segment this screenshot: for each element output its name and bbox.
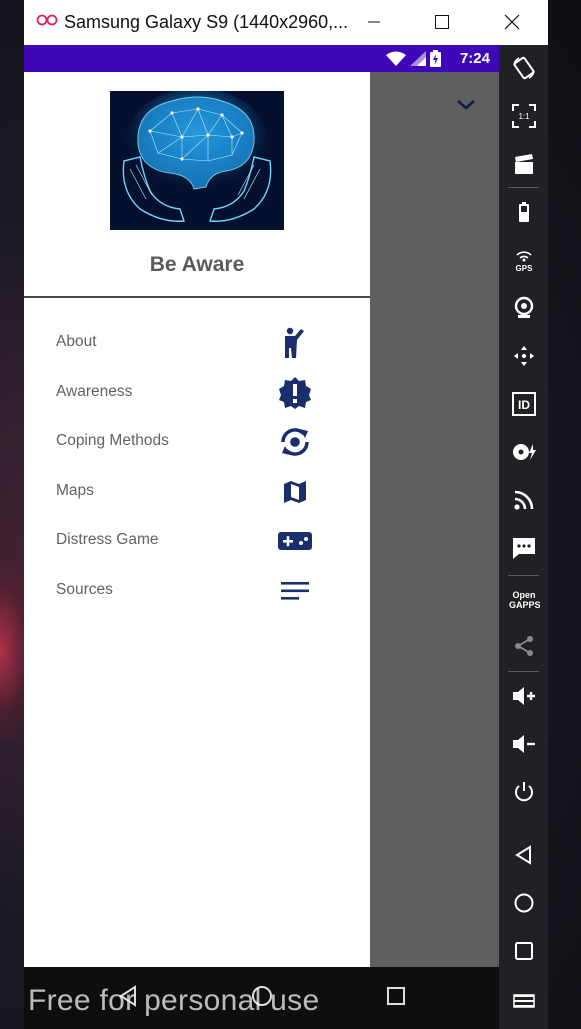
menu-item-maps[interactable]: Maps [24, 467, 370, 517]
power-icon [515, 782, 533, 802]
volume-up-button[interactable] [511, 683, 537, 709]
volume-down-icon [513, 735, 535, 753]
toolbar-back-button[interactable] [511, 842, 537, 868]
gps-label: GPS [516, 264, 534, 273]
brain-logo-icon [110, 91, 284, 230]
navigation-drawer: Be Aware About Awareness Coping Methods … [24, 72, 370, 967]
menu-item-about[interactable]: About [24, 318, 370, 368]
status-icons [386, 50, 441, 67]
toolbar-menu-button[interactable] [511, 986, 537, 1012]
toolbar-home-button[interactable] [511, 890, 537, 916]
scale-label: 1:1 [518, 112, 530, 121]
menu-item-label: Distress Game [56, 531, 159, 549]
emulator-window: Samsung Galaxy S9 (1440x2960,... 7:24 Be… [24, 0, 548, 1029]
brain-hands-logo [110, 91, 284, 230]
drawer-menu: About Awareness Coping Methods Maps Dist… [24, 318, 370, 616]
network-button[interactable] [511, 487, 537, 513]
menu-item-distress-game[interactable]: Distress Game [24, 516, 370, 566]
share-icon [515, 636, 533, 656]
camera-button[interactable] [511, 295, 537, 321]
id-label: ID [518, 398, 530, 412]
move-button[interactable] [511, 343, 537, 369]
gps-icon: GPS [516, 251, 534, 273]
chevron-down-icon[interactable] [454, 97, 478, 113]
menu-item-label: Sources [56, 580, 113, 598]
maximize-button[interactable] [422, 8, 462, 36]
sms-button[interactable] [511, 535, 537, 561]
recent-apps-icon[interactable] [384, 984, 408, 1008]
open-gapps-button[interactable]: Open GAPPS [509, 585, 541, 615]
webcam-icon [514, 296, 534, 318]
device-screen: 7:24 Be Aware About Awareness Coping Met… [24, 45, 499, 967]
battery-icon [519, 202, 529, 222]
alert-badge-icon [276, 376, 314, 410]
open-gapps-label: Open GAPPS [509, 590, 541, 610]
home-icon [514, 893, 534, 913]
sync-problem-icon [276, 425, 314, 459]
message-icon [513, 538, 535, 559]
notes-icon [276, 574, 314, 608]
scale-icon: 1:1 [512, 104, 536, 128]
share-button[interactable] [511, 633, 537, 659]
menu-item-label: Awareness [56, 382, 133, 400]
menu-icon [513, 994, 535, 1008]
move-arrows-icon [514, 346, 534, 366]
disk-io-icon [513, 444, 536, 460]
rotate-button[interactable] [511, 55, 537, 81]
signal-icon [410, 51, 426, 66]
clapperboard-icon [515, 154, 533, 174]
disk-io-button[interactable] [511, 439, 537, 465]
battery-button[interactable] [511, 199, 537, 225]
window-title: Samsung Galaxy S9 (1440x2960,... [64, 12, 349, 32]
battery-charging-icon [430, 50, 441, 67]
back-icon [515, 845, 531, 865]
close-icon [504, 14, 520, 30]
status-bar: 7:24 [24, 45, 499, 72]
title-bar: Samsung Galaxy S9 (1440x2960,... [24, 0, 548, 45]
close-button[interactable] [492, 8, 532, 36]
gps-button[interactable]: GPS [511, 247, 537, 273]
scale-button[interactable]: 1:1 [511, 103, 537, 129]
power-button[interactable] [511, 779, 537, 805]
rss-icon [514, 490, 534, 510]
emulator-toolbar: 1:1 GPS ID Open GAPPS [499, 45, 548, 1029]
menu-item-sources[interactable]: Sources [24, 566, 370, 616]
menu-item-label: Coping Methods [56, 432, 169, 450]
drawer-title: Be Aware [149, 253, 245, 276]
minimize-icon [368, 21, 380, 23]
toolbar-divider [508, 187, 539, 188]
screen-record-button[interactable] [511, 151, 537, 177]
maximize-icon [435, 15, 449, 29]
recent-apps-icon [515, 942, 533, 960]
toolbar-divider [508, 575, 539, 576]
gamepad-icon [276, 524, 314, 558]
menu-item-label: About [56, 333, 97, 350]
id-icon: ID [512, 392, 536, 416]
drawer-header: Be Aware [24, 72, 370, 298]
map-icon [276, 475, 314, 509]
minimize-button[interactable] [354, 8, 394, 36]
watermark: Free for personal use [28, 984, 320, 1017]
menu-item-label: Maps [56, 481, 94, 499]
menu-item-coping-methods[interactable]: Coping Methods [24, 417, 370, 467]
toolbar-recent-apps-button[interactable] [511, 938, 537, 964]
volume-up-icon [513, 687, 535, 705]
rotate-icon [513, 56, 535, 80]
person-waving-icon [276, 326, 314, 360]
identifiers-button[interactable]: ID [511, 391, 537, 417]
menu-item-awareness[interactable]: Awareness [24, 368, 370, 418]
volume-down-button[interactable] [511, 731, 537, 757]
toolbar-divider [508, 671, 539, 672]
status-time: 7:24 [459, 50, 490, 67]
genymotion-logo-icon [36, 14, 58, 26]
wifi-icon [386, 51, 406, 66]
